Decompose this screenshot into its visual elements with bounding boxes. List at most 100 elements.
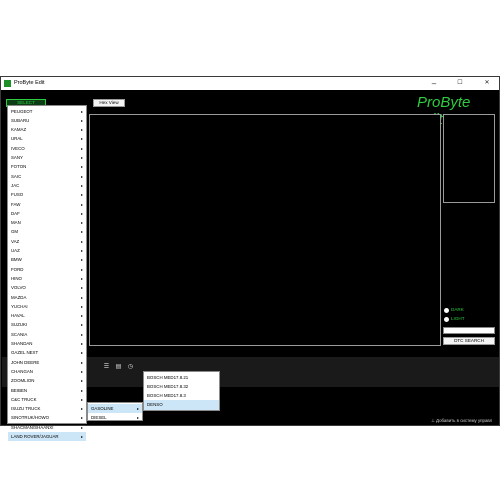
brand-menu-item[interactable]: DAF ▸ <box>8 209 86 218</box>
chevron-right-icon: ▸ <box>80 266 83 272</box>
brand-menu-item-label: SUZUKI <box>11 322 28 328</box>
app-icon <box>4 80 11 87</box>
chevron-right-icon: ▸ <box>80 127 83 133</box>
brand-menu-item[interactable]: SAIC ▸ <box>8 172 86 181</box>
brand-menu-item[interactable]: JAC ▸ <box>8 181 86 190</box>
chevron-right-icon: ▸ <box>80 182 83 188</box>
brand-menu-item-label: JAC <box>11 182 20 188</box>
brand-menu-item[interactable]: VAZ ▸ <box>8 237 86 246</box>
brand-menu-item[interactable]: PEUGEOT ▸ <box>8 107 86 116</box>
chevron-right-icon: ▸ <box>80 368 83 374</box>
brand-menu-item[interactable]: FAW ▸ <box>8 200 86 209</box>
ecu-menu-item[interactable]: DENSO <box>144 400 219 410</box>
table-icon[interactable]: ▤ <box>115 364 122 371</box>
brand-menu-item-label: SHANDAN <box>11 341 33 346</box>
brand-menu-item[interactable]: SUZUKI ▸ <box>8 320 86 329</box>
preview-panel <box>443 114 495 203</box>
brand-menu: PEUGEOT ▸ SUBARU ▸ KAMAZ ▸ URAL ▸ IVECO ▸ SANY ▸ FOT… <box>7 105 87 442</box>
brand-menu-item[interactable]: ZOOMLION ▸ <box>8 376 86 385</box>
brand-menu-item[interactable]: FUSO ▸ <box>8 190 86 199</box>
chevron-right-icon: ▸ <box>80 257 83 263</box>
brand-menu-item[interactable]: BMW ▸ <box>8 255 86 264</box>
maximize-button[interactable]: ☐ <box>453 78 467 89</box>
brand-menu-item-label: KAMAZ <box>11 127 27 133</box>
brand-menu-item[interactable]: LAND ROVER/JAGUAR ▸ <box>8 432 86 442</box>
ecu-menu-item[interactable]: BOSCH MED17.8.3 <box>144 391 219 400</box>
brand-menu-item[interactable]: BEIBEN ▸ <box>8 386 86 395</box>
light-radio[interactable] <box>444 317 449 322</box>
brand-menu-item[interactable]: SHANDAN ▸ <box>8 339 86 348</box>
list-icon[interactable]: ☰ <box>103 364 110 371</box>
hex-view-button[interactable]: Hex View <box>93 99 125 107</box>
brand-menu-item[interactable]: KAMAZ ▸ <box>8 125 86 134</box>
brand-menu-item[interactable]: VOLVO ▸ <box>8 283 86 292</box>
dtc-search-button[interactable]: DTC SEARCH <box>443 337 495 345</box>
brand-menu-item-label: MAZDA <box>11 294 27 300</box>
brand-menu-item-label: URAL <box>11 136 23 142</box>
brand-menu-item[interactable]: MAZDA ▸ <box>8 293 86 302</box>
chevron-right-icon: ▸ <box>80 220 83 226</box>
brand-menu-item[interactable]: MAN ▸ <box>8 218 86 227</box>
fuel-menu-item[interactable]: GASOLINE ▸ <box>88 403 142 413</box>
brand-menu-item-label: FAW <box>11 201 21 207</box>
brand-menu-item-label: SANY <box>11 155 23 160</box>
chevron-right-icon: ▸ <box>80 294 83 300</box>
chevron-right-icon: ▸ <box>80 378 83 384</box>
chevron-right-icon: ▸ <box>80 341 83 346</box>
fuel-menu: GASOLINE ▸ DIESEL ▸ <box>87 402 143 421</box>
dark-radio[interactable] <box>444 308 449 313</box>
brand-menu-item[interactable]: SCANIA ▸ <box>8 330 86 339</box>
brand-menu-item-label: FOTON <box>11 164 27 170</box>
brand-menu-item-label: FORD <box>11 266 24 272</box>
chevron-right-icon: ▸ <box>80 313 83 319</box>
brand-menu-item[interactable]: SANY ▸ <box>8 153 86 162</box>
brand-menu-item-label: SUBARU <box>11 117 30 123</box>
brand-menu-item[interactable]: GAZEL NEXT ▸ <box>8 348 86 357</box>
brand-menu-item[interactable]: UAZ ▸ <box>8 246 86 255</box>
chevron-right-icon: ▸ <box>80 136 83 142</box>
brand-menu-item[interactable]: HINO ▸ <box>8 274 86 283</box>
brand-menu-item[interactable]: ISUZU TRUCK ▸ <box>8 404 86 413</box>
chevron-right-icon: ▸ <box>80 164 83 170</box>
ecu-menu-item-label: BOSCH MED17.8.32 <box>147 383 189 389</box>
brand-menu-item-label: IVECO <box>11 145 25 151</box>
brand-menu-item[interactable]: C&C TRUCK ▸ <box>8 395 86 404</box>
brand-menu-item-label: ZOOMLION <box>11 378 35 384</box>
brand-menu-item-label: C&C TRUCK <box>11 396 37 402</box>
status-message: ⊥ Добавить в систему управл <box>431 418 499 426</box>
brand-menu-item-label: HINO <box>11 275 22 281</box>
chevron-right-icon: ▸ <box>136 414 139 420</box>
brand-menu-item[interactable]: IVECO ▸ <box>8 144 86 153</box>
brand-menu-item[interactable]: FOTON ▸ <box>8 162 86 171</box>
chevron-right-icon: ▸ <box>80 415 83 421</box>
chevron-right-icon: ▸ <box>80 359 83 365</box>
brand-menu-item[interactable]: YUCHAI ▸ <box>8 302 86 311</box>
brand-menu-item[interactable]: URAL ▸ <box>8 134 86 143</box>
fuel-menu-item[interactable]: DIESEL ▸ <box>88 413 142 422</box>
brand-menu-item-label: HAVAL <box>11 313 25 319</box>
fuel-menu-item-label: DIESEL <box>91 414 107 420</box>
dtc-search-input[interactable] <box>443 327 495 334</box>
brand-menu-item[interactable]: FORD ▸ <box>8 265 86 274</box>
clock-icon[interactable]: ◷ <box>127 364 134 371</box>
ecu-menu-item[interactable]: BOSCH MED17.8.21 <box>144 373 219 382</box>
hex-editor-panel[interactable] <box>89 114 441 346</box>
chevron-right-icon: ▸ <box>80 192 83 198</box>
brand-menu-item[interactable]: JOHN DEERE ▸ <box>8 358 86 367</box>
brand-menu-item[interactable]: GM ▸ <box>8 227 86 236</box>
status-text: Добавить в систему управл <box>436 418 493 423</box>
brand-menu-item[interactable]: CHANGAN ▸ <box>8 367 86 376</box>
brand-menu-item-label: FUSO <box>11 192 24 198</box>
brand-menu-item[interactable]: SUBARU ▸ <box>8 116 86 125</box>
chevron-right-icon: ▸ <box>80 201 83 207</box>
brand-menu-item[interactable]: SINOTRUK/HOWO ▸ <box>8 413 86 422</box>
minimize-button[interactable]: – <box>427 78 441 89</box>
brand-menu-item[interactable]: SHACMAN/SHAANXI ▸ <box>8 423 86 432</box>
brand-menu-item[interactable]: HAVAL ▸ <box>8 311 86 320</box>
close-button[interactable]: ✕ <box>480 78 494 89</box>
ecu-menu-item[interactable]: BOSCH MED17.8.32 <box>144 382 219 391</box>
brand-menu-item-label: SHACMAN/SHAANXI <box>11 424 54 430</box>
light-label: LIGHT <box>451 316 465 321</box>
fuel-menu-item-label: GASOLINE <box>91 405 114 411</box>
chevron-right-icon: ▸ <box>136 405 139 411</box>
